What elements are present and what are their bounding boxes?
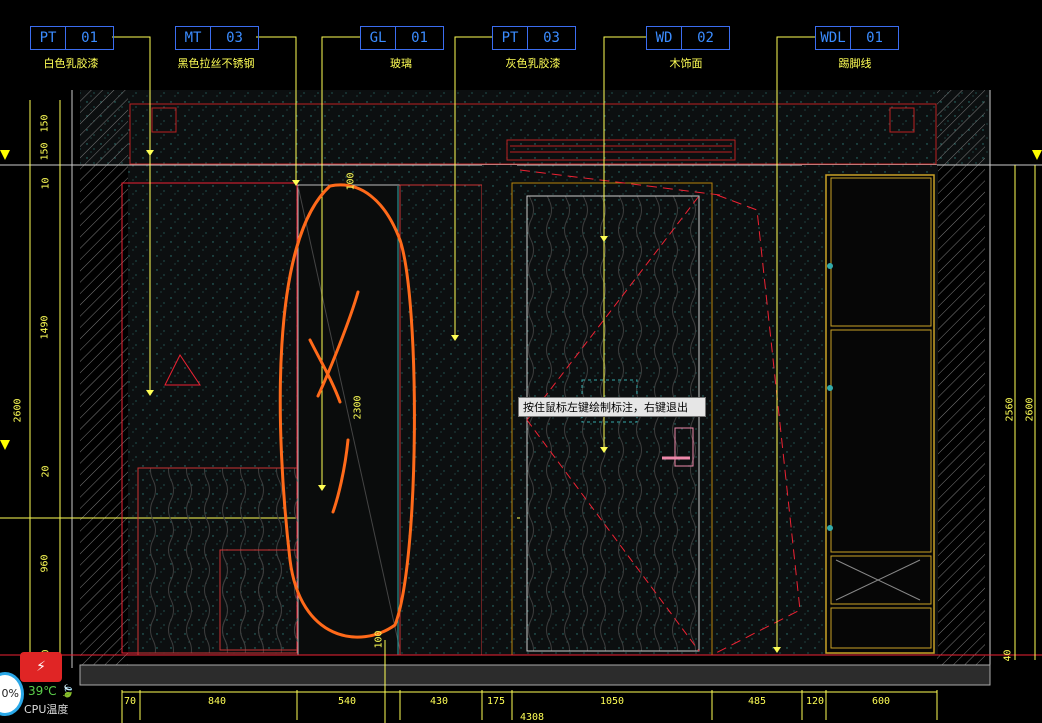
tag-pt-03: PT 03 (492, 26, 576, 50)
cpu-temp-value: 39℃ (28, 684, 57, 698)
cpu-temp-widget[interactable]: ⚡ 0% 39℃ 🍃 CPU温度 (0, 648, 80, 723)
tag-wdl-01-desc: 踢脚线 (838, 57, 872, 70)
tag-mt-03-desc: 黑色拉丝不锈钢 (177, 57, 255, 70)
dim-bottom-1050: 1050 (600, 696, 625, 707)
dim-bottom-175: 175 (487, 696, 506, 707)
dim-bottom-540: 540 (338, 696, 357, 707)
tag-pt-03-desc: 灰色乳胶漆 (505, 57, 561, 70)
dim-left-10: 10 (40, 177, 52, 190)
elevation-drawing[interactable] (0, 0, 1042, 723)
right-wall-hatch (937, 90, 985, 665)
dim-inner-100-bottom: 100 (373, 630, 385, 649)
dim-bottom-70: 70 (124, 696, 137, 707)
leaf-icon: 🍃 (60, 684, 75, 698)
dim-left-150a: 150 (39, 114, 51, 133)
dim-inner-100-top: 100 (345, 172, 357, 191)
dim-right-40: 40 (1002, 649, 1014, 662)
tag-wd-02-desc: 木饰面 (669, 57, 703, 70)
ceiling-band (80, 90, 990, 165)
boost-icon[interactable]: ⚡ (20, 652, 62, 682)
dim-bottom-840: 840 (208, 696, 227, 707)
left-wall-hatch (80, 90, 128, 665)
tag-wdl-01: WDL 01 (815, 26, 899, 50)
dim-right-2600: 2600 (1024, 397, 1036, 422)
dim-left-total: 2600 (12, 398, 24, 423)
tag-wd-02: WD 02 (646, 26, 730, 50)
cad-canvas[interactable]: PT 01 白色乳胶漆 MT 03 黑色拉丝不锈钢 GL 01 玻璃 PT 03 灰色乳… (0, 0, 1042, 723)
dim-left-960: 960 (39, 554, 51, 573)
dim-bottom-485: 485 (748, 696, 767, 707)
cpu-temp-label: CPU温度 (24, 703, 69, 716)
command-hint-tooltip: 按住鼠标左键绘制标注，右键退出 (518, 397, 706, 417)
tag-gl-01-desc: 玻璃 (390, 57, 412, 70)
dim-total-partial: 4308 (520, 712, 545, 723)
tag-pt-01-desc: 白色乳胶漆 (43, 57, 99, 70)
dim-right-2560: 2560 (1004, 397, 1016, 422)
dim-left-150b: 150 (39, 142, 51, 161)
dim-left-1490: 1490 (39, 315, 51, 340)
dim-bottom-430: 430 (430, 696, 449, 707)
tag-pt-01: PT 01 (30, 26, 114, 50)
dim-inner-2300: 2300 (352, 395, 364, 420)
dim-left-20: 20 (40, 465, 52, 478)
door-leaf (526, 195, 700, 652)
dim-bottom-120: 120 (806, 696, 825, 707)
tag-mt-03: MT 03 (175, 26, 259, 50)
dim-bottom-600: 600 (872, 696, 891, 707)
tag-gl-01: GL 01 (360, 26, 444, 50)
